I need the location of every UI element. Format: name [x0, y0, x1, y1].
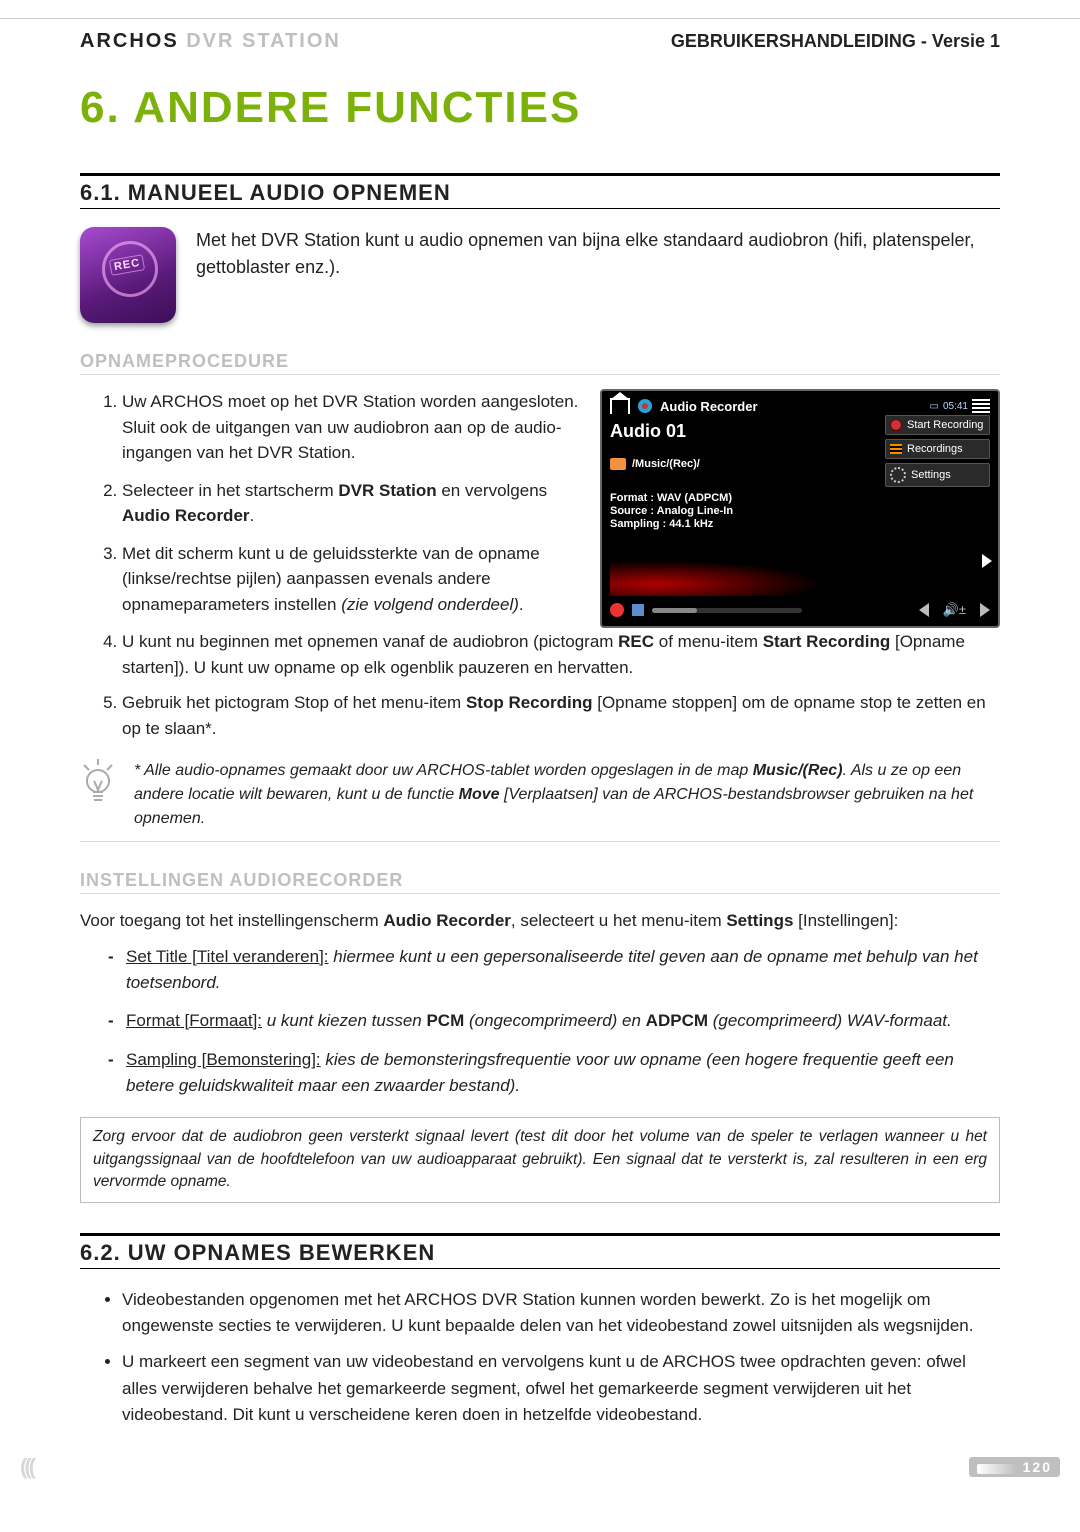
step-5: Gebruik het pictogram Stop of het menu-i…: [122, 690, 1000, 741]
list-icon: [890, 444, 902, 454]
recordings-button[interactable]: Recordings: [885, 439, 990, 459]
setting-sampling: Sampling [Bemonstering]: kies de bemonst…: [108, 1047, 1000, 1100]
recording-meta: Format : WAV (ADPCM) Source : Analog Lin…: [610, 492, 990, 530]
page-number: 120: [969, 1457, 1060, 1477]
brand-main: ARCHOS: [80, 30, 179, 52]
footer-decoration-left: (((: [20, 1454, 33, 1480]
subheading-settings: INSTELLINGEN AUDIORECORDER: [80, 870, 1000, 891]
lightbulb-icon: [80, 759, 116, 812]
recording-path: /Music/(Rec)/: [632, 458, 700, 470]
progress-bar[interactable]: [652, 608, 802, 613]
section-6-2-bullets: Videobestanden opgenomen met het ARCHOS …: [80, 1287, 1000, 1429]
bullet-2: U markeert een segment van uw videobesta…: [122, 1349, 1000, 1428]
step-2: Selecteer in het startscherm DVR Station…: [122, 478, 580, 529]
record-button-icon[interactable]: [610, 603, 624, 617]
gear-icon: [890, 467, 906, 483]
brand-sub: DVR STATION: [179, 30, 341, 52]
section-6-1-intro: Met het DVR Station kunt u audio opnemen…: [196, 227, 1000, 281]
tip-text: * Alle audio-opnames gemaakt door uw ARC…: [134, 759, 1000, 831]
waveform-area: [610, 536, 990, 596]
screenshot-time: 05:41: [943, 401, 968, 412]
step-4: U kunt nu beginnen met opnemen vanaf de …: [122, 629, 1000, 680]
prev-icon[interactable]: [919, 603, 929, 617]
step-3: Met dit scherm kunt u de geluidssterkte …: [122, 541, 580, 618]
procedure-steps-top: Uw ARCHOS moet op het DVR Station worden…: [80, 389, 580, 629]
home-icon: [610, 398, 630, 414]
subheading-procedure: OPNAMEPROCEDURE: [80, 351, 1000, 372]
menu-icon: [972, 399, 990, 413]
step-1: Uw ARCHOS moet op het DVR Station worden…: [122, 389, 580, 466]
volume-icon[interactable]: 🔊±: [943, 602, 966, 618]
section-6-2-heading: 6.2. UW OPNAMES BEWERKEN: [80, 1240, 1000, 1266]
chapter-title: 6. ANDERE FUNCTIES: [80, 83, 1000, 133]
setting-set-title: Set Title [Titel veranderen]: hiermee ku…: [108, 944, 1000, 997]
speaker-icon: [982, 554, 992, 568]
bullet-1: Videobestanden opgenomen met het ARCHOS …: [122, 1287, 1000, 1340]
next-icon[interactable]: [980, 603, 990, 617]
section-6-1-heading: 6.1. MANUEEL AUDIO OPNEMEN: [80, 180, 1000, 206]
warning-note: Zorg ervoor dat de audiobron geen verste…: [80, 1117, 1000, 1202]
record-app-icon: [80, 227, 176, 323]
settings-intro: Voor toegang tot het instellingenscherm …: [80, 908, 1000, 934]
settings-list: Set Title [Titel veranderen]: hiermee ku…: [80, 944, 1000, 1100]
record-dot-icon: [890, 419, 902, 431]
start-recording-button[interactable]: Start Recording: [885, 415, 990, 435]
brand: ARCHOS DVR STATION: [80, 30, 341, 53]
stop-button-icon[interactable]: [632, 604, 644, 616]
page-header: ARCHOS DVR STATION GEBRUIKERSHANDLEIDING…: [80, 30, 1000, 53]
screenshot-title: Audio Recorder: [660, 399, 758, 414]
procedure-steps-bottom: U kunt nu beginnen met opnemen vanaf de …: [80, 629, 1000, 741]
folder-icon: [610, 458, 626, 470]
settings-button[interactable]: Settings: [885, 463, 990, 487]
recorder-app-icon: [636, 397, 654, 415]
audio-recorder-screenshot: Audio Recorder ▭ 05:41 Start Recording R…: [600, 389, 1000, 628]
manual-title: GEBRUIKERSHANDLEIDING - Versie 1: [671, 31, 1000, 52]
setting-format: Format [Formaat]: u kunt kiezen tussen P…: [108, 1008, 1000, 1034]
battery-icon: ▭: [930, 401, 939, 412]
